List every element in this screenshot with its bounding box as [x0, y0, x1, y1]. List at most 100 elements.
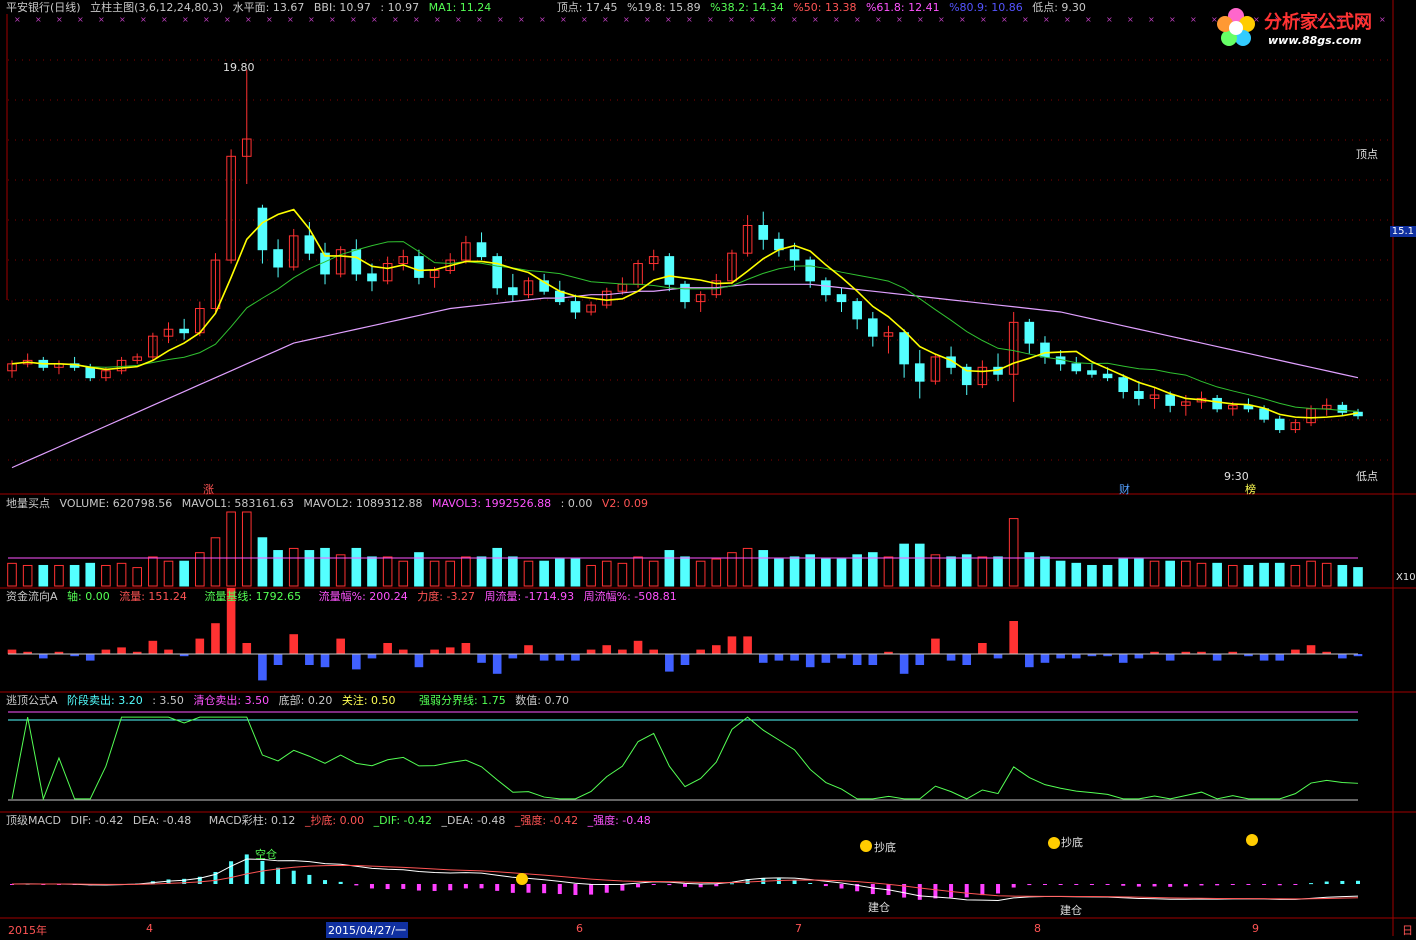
- volume-bar: [1055, 560, 1066, 587]
- cai-tag: 财: [1119, 483, 1130, 496]
- macd-bar: [1199, 884, 1204, 886]
- volume-bar: [1118, 558, 1129, 587]
- volume-bar: [429, 560, 440, 587]
- macd-bar: [620, 884, 625, 891]
- high-price-label: 19.80: [223, 61, 255, 74]
- volume-header: 地量买点 VOLUME: 620798.56 MAVOL1: 583161.63…: [6, 497, 654, 511]
- top-marker: ×: [602, 15, 609, 24]
- flow-bar: [164, 649, 173, 654]
- macd-bar: [526, 884, 531, 893]
- flow-bar: [899, 654, 909, 674]
- flow-bar: [211, 623, 220, 654]
- extra-value: : 10.97: [380, 1, 420, 14]
- flow-bar: [117, 647, 126, 654]
- volume-bar: [539, 560, 549, 587]
- flow-bar: [837, 654, 846, 659]
- macd-bar: [557, 884, 562, 895]
- axis-m8: 8: [1034, 922, 1041, 935]
- candle-body: [852, 301, 862, 320]
- flow-bar: [85, 654, 95, 661]
- top-marker: ×: [791, 15, 798, 24]
- top-value: 顶点: 17.45: [556, 1, 618, 14]
- volume-bar: [101, 564, 111, 587]
- volume-bar: [7, 562, 17, 587]
- macd-dif2: _DIF: -0.42: [373, 814, 432, 827]
- volume-bar: [1102, 564, 1113, 587]
- top-marker: ×: [560, 15, 567, 24]
- flow-bar: [1338, 654, 1347, 659]
- macd-bar: [323, 880, 328, 884]
- top-marker: ×: [833, 15, 840, 24]
- escape-v350: : 3.50: [152, 694, 184, 707]
- volume-bar: [946, 556, 956, 587]
- volume-bar: [1212, 562, 1222, 587]
- top-marker: ×: [35, 15, 42, 24]
- candle-body: [304, 235, 315, 254]
- escape-jieduan: 阶段卖出: 3.20: [67, 694, 143, 707]
- volume-bar: [398, 560, 409, 587]
- candle-body: [179, 328, 189, 334]
- volume-bar: [633, 556, 643, 587]
- v1-value: : 0.00: [560, 497, 593, 510]
- macd-dif: DIF: -0.42: [70, 814, 124, 827]
- macd-bar: [1246, 884, 1251, 885]
- flow-bar: [774, 654, 784, 661]
- macd-bar: [369, 884, 374, 889]
- macd-bar: [949, 884, 954, 898]
- flow-bar: [1025, 654, 1034, 668]
- macd-chaodi2-label: 抄底: [1061, 836, 1083, 849]
- flow-bar: [805, 654, 815, 668]
- candle-body: [899, 332, 909, 365]
- top-marker: ×: [1190, 15, 1197, 24]
- volume-bar: [1134, 558, 1144, 587]
- top-marker: ×: [1022, 15, 1029, 24]
- candle-body: [680, 283, 690, 303]
- volume-bar: [257, 537, 268, 587]
- flow-bar: [1040, 654, 1050, 663]
- flow-bar: [821, 654, 831, 663]
- top-marker: ×: [350, 15, 357, 24]
- top-marker: ×: [77, 15, 84, 24]
- macd-bar: [385, 884, 390, 890]
- chart-svg[interactable]: × × × × × × × × × × × × × × × × × × × × × × × × × × × × × × × × × × × × × × × ×…: [0, 0, 1416, 936]
- flow-axis: 轴: 0.00: [67, 590, 110, 603]
- macd-bar: [338, 881, 343, 884]
- macd-bar: [589, 884, 594, 895]
- volume-bar: [85, 562, 96, 587]
- indicator-name: 立柱主图(3,6,12,24,80,3): [90, 1, 224, 14]
- volume-bar: [523, 560, 534, 587]
- candle-body: [758, 224, 769, 240]
- candle-body: [414, 256, 424, 278]
- chart-stage[interactable]: × × × × × × × × × × × × × × × × × × × × × × × × × × × × × × × × × × × × × × × ×…: [0, 0, 1416, 936]
- volume-bar: [445, 560, 456, 587]
- flow-lidu: 力度: -3.27: [417, 590, 475, 603]
- volume-bar: [961, 554, 972, 587]
- main-header: 平安银行(日线) 立柱主图(3,6,12,24,80,3) 水平面: 13.67…: [6, 1, 1092, 15]
- volume-bar: [1274, 562, 1285, 587]
- volume-bar: [836, 558, 847, 587]
- flow-fu: 流量幅%: 200.24: [318, 590, 408, 603]
- top-marker: ×: [1064, 15, 1071, 24]
- flow-bar: [242, 643, 252, 654]
- volume-bar: [179, 560, 189, 587]
- top-marker: ×: [371, 15, 378, 24]
- volume-bar: [601, 560, 612, 587]
- flow-zhoufu: 周流幅%: -508.81: [583, 590, 677, 603]
- flow-bar: [38, 654, 48, 659]
- macd-bar: [1293, 884, 1298, 885]
- top-marker: ×: [455, 15, 462, 24]
- macd-bar: [870, 884, 875, 895]
- flow-bar: [931, 638, 940, 654]
- volume-bar: [1306, 560, 1316, 587]
- escape-qiangruo: 强弱分界线: 1.75: [419, 694, 506, 707]
- candle-body: [508, 287, 518, 296]
- macd-bar: [1356, 880, 1360, 884]
- macd-bar: [479, 884, 484, 889]
- volume-bar: [570, 558, 581, 587]
- top-marker: ×: [539, 15, 546, 24]
- flow-bar: [398, 649, 408, 654]
- top-marker: ×: [266, 15, 273, 24]
- smiley-icon: [1246, 834, 1258, 846]
- escape-shuzhi: 数值: 0.70: [515, 694, 569, 707]
- macd-bar: [401, 884, 406, 889]
